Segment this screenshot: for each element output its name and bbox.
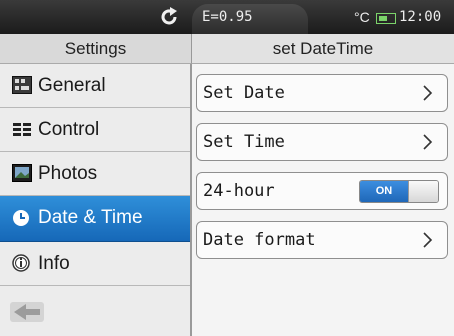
sidebar-item-date-time[interactable]: Date & Time xyxy=(0,196,190,242)
row-label: Set Date xyxy=(203,83,285,103)
refresh-icon[interactable] xyxy=(158,6,180,28)
emissivity-value: E=0.95 xyxy=(202,9,253,25)
settings-panel: Set Date Set Time 24-hour ON Date format xyxy=(192,64,454,336)
sidebar-item-photos[interactable]: Photos xyxy=(0,152,190,196)
set-time-row[interactable]: Set Time xyxy=(196,123,448,161)
status-bar: E=0.95 °C 12:00 xyxy=(0,0,454,34)
temperature-unit: °C xyxy=(354,9,370,25)
chevron-right-icon xyxy=(423,232,433,248)
clock-time: 12:00 xyxy=(399,9,442,25)
sidebar-item-label: General xyxy=(38,75,106,96)
toggle-knob xyxy=(408,181,438,202)
panel-title: set DateTime xyxy=(192,34,454,64)
control-icon xyxy=(13,123,31,136)
sidebar-item-label: Info xyxy=(38,253,70,274)
battery-icon xyxy=(376,13,396,24)
battery-level xyxy=(379,16,387,21)
general-icon xyxy=(12,76,32,94)
sidebar-item-info[interactable]: Info xyxy=(0,242,190,286)
chevron-right-icon xyxy=(423,134,433,150)
back-arrow-icon[interactable] xyxy=(10,299,44,325)
sidebar-item-label: Control xyxy=(38,119,100,140)
24-hour-row: 24-hour ON xyxy=(196,172,448,210)
set-date-row[interactable]: Set Date xyxy=(196,74,448,112)
row-label: 24-hour xyxy=(203,181,275,201)
sidebar: General Control Photos Date & Time Info xyxy=(0,64,192,336)
chevron-right-icon xyxy=(423,85,433,101)
sidebar-item-label: Date & Time xyxy=(38,207,143,228)
24-hour-toggle[interactable]: ON xyxy=(359,180,439,203)
sidebar-item-general[interactable]: General xyxy=(0,64,190,108)
clock-icon xyxy=(13,210,29,226)
photos-icon xyxy=(12,164,32,182)
info-icon xyxy=(12,254,30,272)
settings-title: Settings xyxy=(0,34,192,64)
toggle-on-label: ON xyxy=(360,181,408,202)
sidebar-item-control[interactable]: Control xyxy=(0,108,190,152)
sidebar-item-label: Photos xyxy=(38,163,98,184)
row-label: Date format xyxy=(203,230,316,250)
date-format-row[interactable]: Date format xyxy=(196,221,448,259)
row-label: Set Time xyxy=(203,132,285,152)
